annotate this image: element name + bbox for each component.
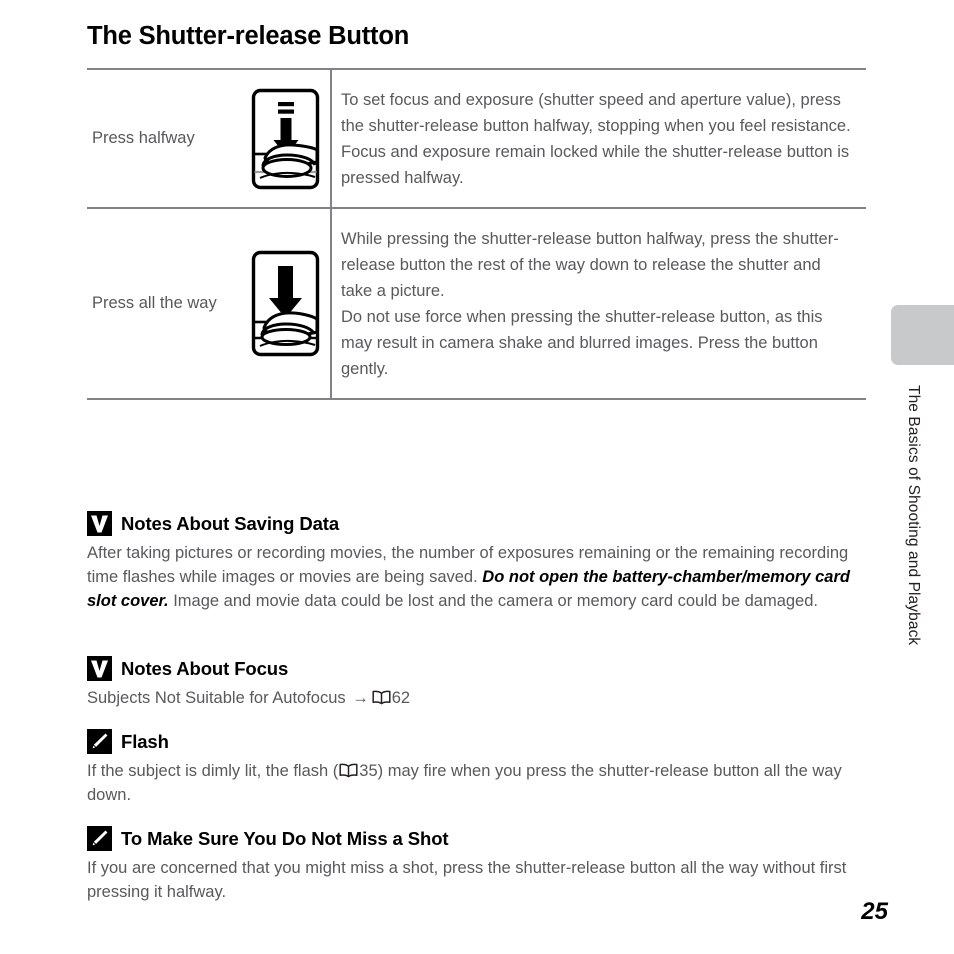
- note-body: If the subject is dimly lit, the flash (…: [87, 759, 872, 807]
- note-title: Flash: [121, 730, 169, 752]
- note-header: To Make Sure You Do Not Miss a Shot: [87, 826, 872, 851]
- table-cell-label: Press halfway: [92, 129, 195, 147]
- shutter-button-table: Press halfway To set focus and exposure …: [87, 68, 866, 400]
- page-number: 25: [861, 898, 888, 925]
- open-book-icon: [372, 690, 391, 705]
- tip-pencil-icon: [87, 826, 112, 851]
- table-row: Press all the way While pressing the shu…: [87, 207, 866, 398]
- chapter-tab-marker: [891, 305, 954, 365]
- note-body: If you are concerned that you might miss…: [87, 856, 872, 904]
- table-description-text: To set focus and exposure (shutter speed…: [341, 91, 851, 187]
- note-flash: Flash If the subject is dimly lit, the f…: [87, 729, 872, 807]
- note-text-part-2: Image and movie data could be lost and t…: [168, 592, 818, 610]
- reference-page-number: 62: [391, 689, 411, 707]
- note-text-part-1: If you are concerned that you might miss…: [87, 859, 847, 901]
- note-text-part-1: If the subject is dimly lit, the flash (: [87, 762, 339, 780]
- note-title: To Make Sure You Do Not Miss a Shot: [121, 827, 449, 849]
- note-body: Subjects Not Suitable for Autofocus → 62: [87, 686, 872, 710]
- page-title: The Shutter-release Button: [87, 22, 410, 50]
- table-row: Press halfway To set focus and exposure …: [87, 70, 866, 207]
- note-header: Flash: [87, 729, 872, 754]
- table-cell-label: Press all the way: [92, 294, 217, 312]
- shutter-press-all-the-way-icon: [251, 250, 319, 357]
- note-title: Notes About Focus: [121, 657, 289, 679]
- reference-page-number: 35: [359, 762, 378, 780]
- table-description-text-2: Do not use force when pressing the shutt…: [341, 308, 823, 378]
- note-miss-a-shot: To Make Sure You Do Not Miss a Shot If y…: [87, 826, 872, 904]
- arrow-right-icon: →: [352, 689, 369, 707]
- table-cell-description: While pressing the shutter-release butto…: [330, 209, 866, 398]
- table-cell-icon: [240, 209, 330, 398]
- tip-pencil-icon: [87, 729, 112, 754]
- table-cell-icon: [240, 70, 330, 207]
- note-header: Notes About Focus: [87, 656, 872, 681]
- chapter-tab-label: The Basics of Shooting and Playback: [905, 385, 922, 646]
- shutter-press-halfway-icon: [251, 88, 319, 189]
- note-text-part-1: Subjects Not Suitable for Autofocus: [87, 689, 351, 707]
- note-focus: Notes About Focus Subjects Not Suitable …: [87, 656, 872, 710]
- table-description-text-1: While pressing the shutter-release butto…: [341, 230, 839, 300]
- caution-check-icon: [87, 511, 112, 536]
- note-body: After taking pictures or recording movie…: [87, 541, 872, 613]
- table-cell-description: To set focus and exposure (shutter speed…: [330, 70, 866, 207]
- manual-page: The Shutter-release Button Press halfway: [0, 0, 954, 954]
- note-saving-data: Notes About Saving Data After taking pic…: [87, 511, 872, 613]
- open-book-icon: [339, 763, 358, 778]
- note-title: Notes About Saving Data: [121, 512, 340, 534]
- caution-check-icon: [87, 656, 112, 681]
- note-header: Notes About Saving Data: [87, 511, 872, 536]
